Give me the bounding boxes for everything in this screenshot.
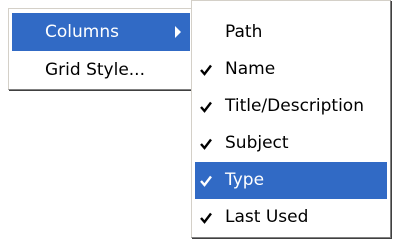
submenu-item-subject[interactable]: Subject: [192, 125, 390, 162]
submenu-item-type[interactable]: Type: [195, 162, 387, 199]
menu-item-label: Name: [225, 59, 276, 79]
submenu-item-path[interactable]: Path: [192, 14, 390, 51]
context-menu: Columns Grid Style...: [8, 8, 194, 90]
context-menu-area: Columns Grid Style... Path Name Title/De…: [0, 0, 400, 241]
menu-item-label: Grid Style...: [45, 60, 145, 80]
menu-item-label: Subject: [225, 133, 289, 153]
menu-item-columns[interactable]: Columns: [12, 13, 190, 51]
submenu-item-name[interactable]: Name: [192, 51, 390, 88]
columns-submenu: Path Name Title/Description Subject Type: [191, 0, 391, 238]
checkmark-icon: [200, 162, 216, 199]
checkmark-icon: [200, 125, 216, 162]
submenu-arrow-icon: [174, 13, 182, 51]
menu-item-label: Type: [225, 170, 265, 190]
checkmark-icon: [200, 51, 216, 88]
checkmark-icon: [200, 88, 216, 125]
checkmark-icon: [200, 199, 216, 236]
menu-item-label: Columns: [45, 22, 119, 42]
submenu-item-last-used[interactable]: Last Used: [192, 199, 390, 236]
menu-item-label: Path: [225, 22, 263, 42]
menu-item-label: Last Used: [225, 207, 309, 227]
menu-item-grid-style[interactable]: Grid Style...: [9, 51, 193, 89]
submenu-item-title-description[interactable]: Title/Description: [192, 88, 390, 125]
menu-item-label: Title/Description: [225, 96, 364, 116]
